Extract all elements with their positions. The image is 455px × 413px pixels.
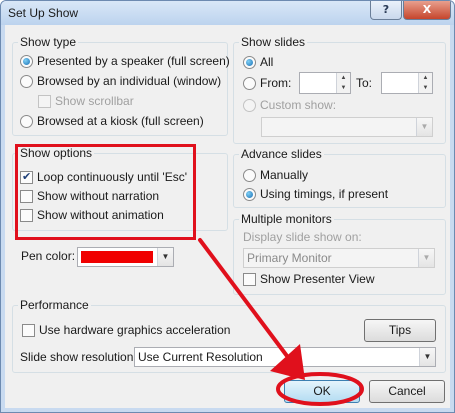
annotation-arrow-line <box>198 238 298 370</box>
annotation-overlay <box>198 238 364 406</box>
ok-button-highlight-ellipse <box>276 372 364 406</box>
